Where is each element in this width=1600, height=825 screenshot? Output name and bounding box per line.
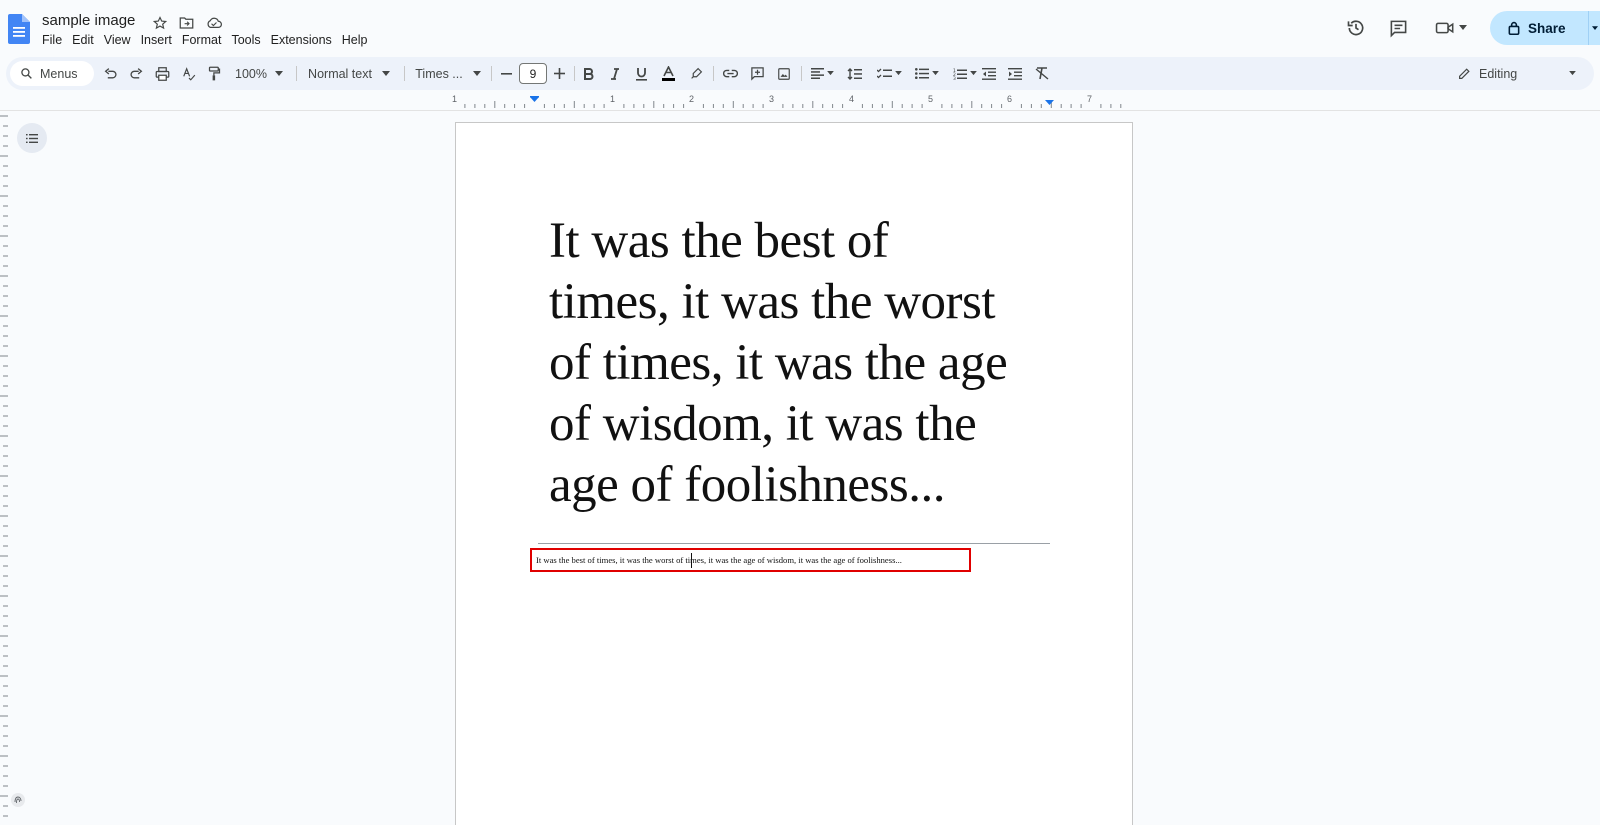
pencil-icon <box>1459 68 1470 79</box>
menus-search-label: Menus <box>40 66 78 81</box>
ruler-mark: 1 <box>610 94 616 104</box>
paragraph-text[interactable]: It was the best of times, it was the wor… <box>536 555 902 565</box>
image-text-line: of times, it was the age <box>549 335 1008 391</box>
chevron-down-icon <box>1569 71 1577 76</box>
menu-help[interactable]: Help <box>342 33 374 47</box>
ruler-mark: 3 <box>769 94 775 104</box>
document-title[interactable]: sample image <box>42 12 135 29</box>
image-text-line: times, it was the worst <box>549 274 996 330</box>
chevron-down-icon <box>1459 25 1467 30</box>
docs-logo-icon[interactable] <box>8 14 30 44</box>
toolbar-divider <box>574 66 575 81</box>
undo-icon[interactable] <box>100 57 120 90</box>
text-cursor <box>691 553 692 568</box>
vertical-ruler[interactable] <box>0 112 8 825</box>
image-text-line: age of foolishness... <box>549 457 946 513</box>
ruler-mark: 2 <box>689 94 695 104</box>
font-select[interactable]: Times ... <box>412 57 484 90</box>
text-color-icon[interactable] <box>658 57 678 90</box>
menu-file[interactable]: File <box>42 33 68 47</box>
title-bar: sample image File Edit View Insert Forma… <box>0 0 1600 56</box>
underline-icon[interactable] <box>631 57 651 90</box>
lock-icon <box>1508 21 1520 35</box>
left-indent-marker <box>530 97 539 102</box>
menu-view[interactable]: View <box>104 33 137 47</box>
embedded-text-image[interactable]: It was the best of times, it was the wor… <box>549 211 1069 516</box>
comments-icon[interactable] <box>1380 10 1416 46</box>
menu-format[interactable]: Format <box>182 33 228 47</box>
ruler-mark: 1 <box>452 94 458 104</box>
line-spacing-icon[interactable] <box>843 57 865 90</box>
menu-bar: File Edit View Insert Format Tools Exten… <box>42 33 378 47</box>
ruler-mark: 5 <box>928 94 934 104</box>
highlighted-paragraph-box[interactable]: It was the best of times, it was the wor… <box>530 548 971 572</box>
image-text-line: It was the best of <box>549 213 889 269</box>
italic-icon[interactable] <box>605 57 625 90</box>
editing-mode-select[interactable]: Editing <box>1458 57 1577 90</box>
chevron-down-icon <box>381 70 390 76</box>
chevron-down-icon <box>274 70 283 76</box>
star-icon[interactable] <box>150 13 169 32</box>
decrease-indent-icon[interactable] <box>978 57 1000 90</box>
toolbar-divider <box>491 66 492 81</box>
increase-indent-icon[interactable] <box>1004 57 1026 90</box>
decrease-font-size-icon[interactable] <box>497 57 515 90</box>
bold-icon[interactable] <box>579 57 599 90</box>
font-value: Times ... <box>415 66 463 81</box>
ruler-divider <box>0 110 1600 111</box>
image-bottom-border <box>538 543 1050 544</box>
outline-icon <box>26 133 38 143</box>
move-folder-icon[interactable] <box>177 13 196 32</box>
chevron-down-icon <box>472 70 481 76</box>
style-select[interactable]: Normal text <box>304 57 394 90</box>
link-icon[interactable] <box>719 57 741 90</box>
toolbar: Menus 100% Normal text Times ... 9 1 2 3… <box>6 57 1594 90</box>
increase-font-size-icon[interactable] <box>550 57 568 90</box>
font-size-input[interactable]: 9 <box>519 63 547 84</box>
print-icon[interactable] <box>151 57 173 90</box>
menu-insert[interactable]: Insert <box>141 33 178 47</box>
ruler-mark: 6 <box>1007 94 1013 104</box>
image-text-line: of wisdom, it was the <box>549 396 977 452</box>
toolbar-divider <box>713 66 714 81</box>
redo-icon[interactable] <box>126 57 146 90</box>
toolbar-divider <box>404 66 405 81</box>
bulleted-list-icon[interactable] <box>910 57 944 90</box>
document-outline-button[interactable] <box>17 123 47 153</box>
toolbar-divider <box>296 66 297 81</box>
numbered-list-icon[interactable]: 123 <box>948 57 982 90</box>
menu-tools[interactable]: Tools <box>231 33 266 47</box>
fingerprint-icon[interactable] <box>10 792 26 808</box>
insert-image-icon[interactable] <box>773 57 795 90</box>
horizontal-ruler[interactable]: 1 1 2 3 4 5 6 7 <box>452 94 1133 110</box>
menu-edit[interactable]: Edit <box>72 33 100 47</box>
menu-extensions[interactable]: Extensions <box>271 33 338 47</box>
ruler-mark: 4 <box>849 94 855 104</box>
version-history-icon[interactable] <box>1338 10 1374 46</box>
share-dropdown-icon[interactable] <box>1588 11 1600 45</box>
search-icon <box>21 68 32 79</box>
ruler-mark: 7 <box>1087 94 1093 104</box>
style-value: Normal text <box>308 66 372 81</box>
right-indent-marker <box>1045 100 1054 105</box>
vertical-scrollbar[interactable] <box>1594 112 1600 825</box>
cloud-saved-icon[interactable] <box>204 13 223 32</box>
clear-formatting-icon[interactable] <box>1031 57 1053 90</box>
meet-icon[interactable] <box>1428 10 1474 46</box>
editing-mode-label: Editing <box>1479 66 1518 81</box>
zoom-value: 100% <box>235 66 267 81</box>
highlight-icon[interactable] <box>686 57 706 90</box>
add-comment-icon[interactable] <box>746 57 768 90</box>
align-icon[interactable] <box>807 57 837 90</box>
svg-text:3: 3 <box>953 76 956 80</box>
spellcheck-icon[interactable] <box>178 57 200 90</box>
document-page[interactable]: It was the best of times, it was the wor… <box>455 122 1133 825</box>
share-label: Share <box>1528 20 1566 36</box>
paint-format-icon[interactable] <box>204 57 224 90</box>
share-button[interactable]: Share <box>1490 11 1588 45</box>
toolbar-divider <box>801 66 802 81</box>
zoom-select[interactable]: 100% <box>230 57 288 90</box>
menus-search[interactable]: Menus <box>10 61 94 86</box>
checklist-icon[interactable] <box>872 57 906 90</box>
